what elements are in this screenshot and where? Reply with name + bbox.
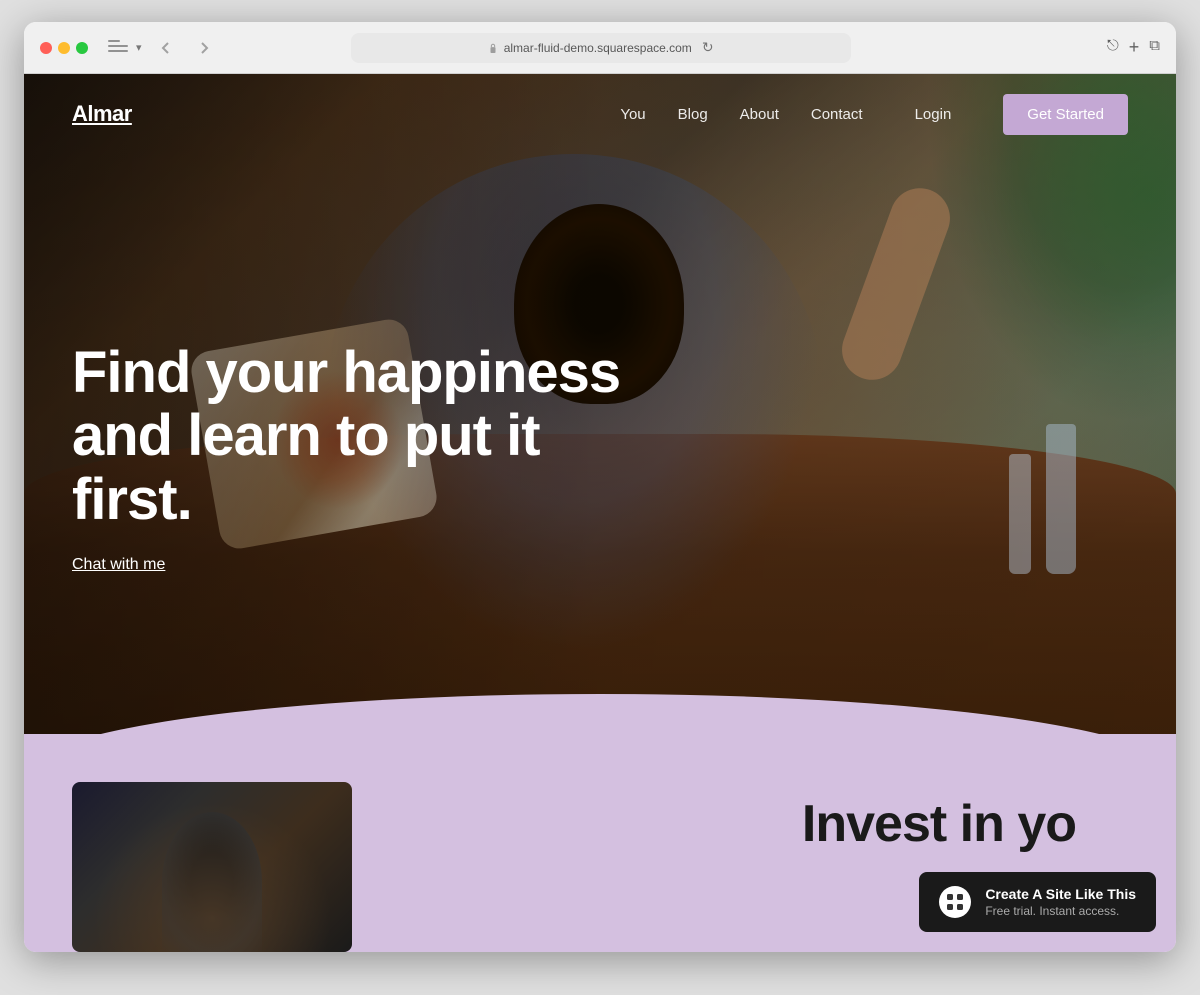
create-site-banner[interactable]: Create A Site Like This Free trial. Inst…: [919, 872, 1156, 932]
back-button[interactable]: [152, 34, 180, 62]
website-content: Almar You Blog About Contact Login Get S…: [24, 74, 1176, 952]
forward-button[interactable]: [190, 34, 218, 62]
invest-text: Invest in yo: [802, 794, 1076, 854]
squarespace-logo-icon: [939, 886, 971, 918]
close-button[interactable]: [40, 42, 52, 54]
chevron-down-icon: ▾: [136, 41, 142, 54]
tabs-icon[interactable]: ⧉: [1149, 37, 1160, 58]
sidebar-toggle-icon[interactable]: [108, 40, 128, 56]
navigation: Almar You Blog About Contact Login Get S…: [24, 74, 1176, 154]
create-site-text-block: Create A Site Like This Free trial. Inst…: [985, 886, 1136, 918]
address-bar[interactable]: almar-fluid-demo.squarespace.com ↻: [351, 33, 851, 63]
browser-titlebar: ▾ almar-fluid-demo.squarespace.com ↻ ⎋ +…: [24, 22, 1176, 74]
chat-with-me-link[interactable]: Chat with me: [72, 556, 165, 573]
lower-section: Invest in yo Create A Site Like This Fre…: [24, 734, 1176, 952]
logo[interactable]: Almar: [72, 101, 132, 127]
create-site-subtitle: Free trial. Instant access.: [985, 904, 1136, 918]
nav-link-blog[interactable]: Blog: [678, 106, 708, 123]
nav-link-you[interactable]: You: [620, 106, 645, 123]
hero-content: Find your happiness and learn to put it …: [72, 341, 672, 574]
nav-login[interactable]: Login: [915, 106, 952, 123]
minimize-button[interactable]: [58, 42, 70, 54]
nav-links: You Blog About Contact Login Get Started: [620, 94, 1128, 135]
refresh-icon[interactable]: ↻: [702, 39, 714, 56]
hero-section: Almar You Blog About Contact Login Get S…: [24, 74, 1176, 734]
get-started-button[interactable]: Get Started: [1003, 94, 1128, 135]
browser-actions: ⎋ + ⧉: [1107, 37, 1160, 58]
small-preview-image: [72, 782, 352, 952]
nav-link-contact[interactable]: Contact: [811, 106, 863, 123]
share-icon[interactable]: ⎋: [1107, 37, 1119, 58]
new-tab-icon[interactable]: +: [1129, 37, 1140, 58]
maximize-button[interactable]: [76, 42, 88, 54]
url-text: almar-fluid-demo.squarespace.com: [504, 41, 692, 55]
hero-headline: Find your happiness and learn to put it …: [72, 341, 672, 532]
browser-window: ▾ almar-fluid-demo.squarespace.com ↻ ⎋ +…: [24, 22, 1176, 952]
nav-link-about[interactable]: About: [740, 106, 779, 123]
browser-controls: ▾: [108, 40, 142, 56]
create-site-title: Create A Site Like This: [985, 886, 1136, 902]
traffic-lights: [40, 42, 88, 54]
